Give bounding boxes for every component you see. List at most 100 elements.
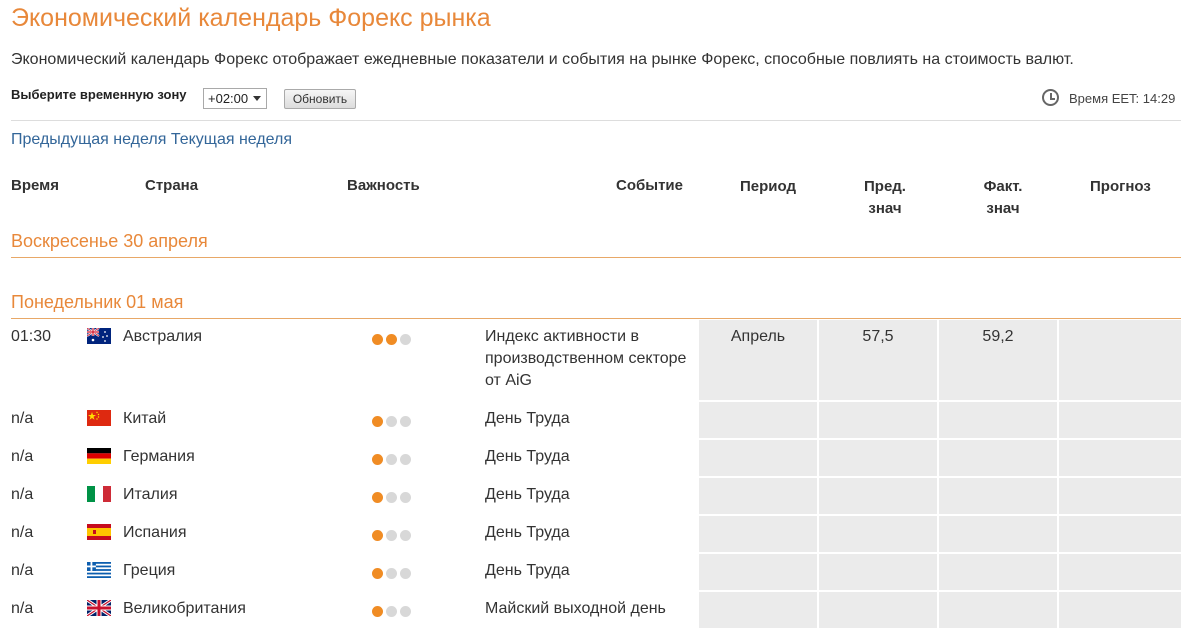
event-country: Великобритания	[123, 600, 246, 617]
day-header: Воскресенье 30 апреля	[11, 231, 1181, 258]
table-row[interactable]: 01:30 Австралия Индекс активности в произво…	[0, 320, 1195, 400]
data-cell-background	[699, 516, 817, 552]
event-name-line: Индекс активности в	[485, 328, 639, 345]
flag-australia-icon	[87, 328, 111, 344]
event-country: Китай	[123, 410, 167, 427]
page-title: Экономический календарь Форекс рынка	[11, 4, 491, 32]
event-name-line: День Труда	[485, 562, 570, 579]
event-previous-value: 57,5	[862, 328, 894, 345]
table-row[interactable]: n/a Греция День Труда	[0, 554, 1195, 590]
importance-indicator	[372, 452, 414, 470]
event-name[interactable]: День Труда	[485, 560, 570, 582]
event-name-line: День Труда	[485, 410, 570, 427]
event-name[interactable]: Майский выходной день	[485, 598, 666, 620]
importance-dot-inactive	[386, 568, 397, 579]
importance-dot-active	[372, 606, 383, 617]
data-cell-background	[1059, 402, 1181, 438]
importance-indicator	[372, 414, 414, 432]
flag-italy-icon	[87, 486, 111, 502]
clock-icon	[1042, 89, 1059, 106]
column-header-previous-line2: знач	[868, 200, 902, 217]
importance-dot-active	[372, 334, 383, 345]
table-row[interactable]: n/a Германия День Труда	[0, 440, 1195, 476]
data-cell-background	[1059, 440, 1181, 476]
event-name[interactable]: Индекс активности в производственном сект…	[485, 326, 686, 392]
importance-dot-active	[372, 568, 383, 579]
event-name[interactable]: День Труда	[485, 522, 570, 544]
timezone-label: Выберите временную зону	[11, 87, 187, 102]
flag-uk-icon	[87, 600, 111, 616]
event-actual-value: 59,2	[982, 328, 1014, 345]
importance-dot-active	[386, 334, 397, 345]
data-cell-background	[939, 440, 1057, 476]
data-cell-background	[699, 440, 817, 476]
importance-dot-inactive	[386, 416, 397, 427]
importance-dot-active	[372, 454, 383, 465]
importance-dot-inactive	[400, 334, 411, 345]
event-time: n/a	[11, 448, 34, 465]
importance-dot-inactive	[400, 568, 411, 579]
data-cell-background	[1059, 592, 1181, 628]
importance-indicator	[372, 566, 414, 584]
event-name-line: производственном секторе	[485, 350, 687, 367]
importance-dot-active	[372, 492, 383, 503]
event-time: n/a	[11, 524, 34, 541]
table-row[interactable]: n/a Италия День Труда	[0, 478, 1195, 514]
event-country: Испания	[123, 524, 187, 541]
column-header-country: Страна	[145, 177, 199, 194]
data-cell-background	[939, 402, 1057, 438]
server-time: Время EET: 14:29	[1069, 91, 1176, 106]
importance-dot-inactive	[386, 492, 397, 503]
refresh-button[interactable]: Обновить	[284, 89, 356, 109]
table-row[interactable]: n/a Великобритания Майский выходной день	[0, 592, 1195, 628]
column-header-actual: Факт. знач	[963, 176, 1043, 220]
event-name-line: от AiG	[485, 372, 532, 389]
data-cell-background	[939, 516, 1057, 552]
event-country: Италия	[123, 486, 178, 503]
table-row[interactable]: n/a Китай День Труда	[0, 402, 1195, 438]
event-name[interactable]: День Труда	[485, 484, 570, 506]
data-cell-background	[1059, 320, 1181, 400]
flag-spain-icon	[87, 524, 111, 540]
importance-indicator	[372, 604, 414, 622]
event-name-line: День Труда	[485, 448, 570, 465]
column-header-event: Событие	[616, 177, 683, 194]
data-cell-background	[819, 478, 937, 514]
column-header-importance: Важность	[347, 177, 420, 194]
event-name[interactable]: День Труда	[485, 408, 570, 430]
event-time: 01:30	[11, 328, 52, 345]
column-header-period: Период	[740, 178, 796, 195]
data-cell-background	[1059, 478, 1181, 514]
event-time: n/a	[11, 562, 34, 579]
flag-greece-icon	[87, 562, 111, 578]
event-time: n/a	[11, 486, 34, 503]
importance-dot-inactive	[400, 492, 411, 503]
event-time: n/a	[11, 600, 34, 617]
event-name[interactable]: День Труда	[485, 446, 570, 468]
page-description: Экономический календарь Форекс отображае…	[11, 51, 1074, 68]
event-name-line: День Труда	[485, 524, 570, 541]
data-cell-background	[819, 402, 937, 438]
divider	[11, 120, 1181, 121]
importance-dot-inactive	[386, 454, 397, 465]
importance-dot-inactive	[400, 416, 411, 427]
event-country: Германия	[123, 448, 195, 465]
table-row[interactable]: n/a Испания День Труда	[0, 516, 1195, 552]
importance-dot-inactive	[400, 606, 411, 617]
data-cell-background	[1059, 554, 1181, 590]
column-header-previous: Пред. знач	[845, 176, 925, 220]
data-cell-background	[819, 592, 937, 628]
event-period: Апрель	[730, 328, 786, 345]
timezone-value: +02:00	[208, 91, 249, 106]
week-nav: Предыдущая неделя Текущая неделя	[11, 131, 292, 149]
data-cell-background	[1059, 516, 1181, 552]
data-cell-background	[699, 478, 817, 514]
importance-dot-active	[372, 530, 383, 541]
column-header-forecast: Прогноз	[1090, 178, 1151, 195]
previous-week-link[interactable]: Предыдущая неделя	[11, 131, 166, 148]
current-week-link[interactable]: Текущая неделя	[171, 131, 292, 148]
importance-dot-inactive	[386, 606, 397, 617]
day-header: Понедельник 01 мая	[11, 292, 1181, 319]
importance-dot-inactive	[386, 530, 397, 541]
timezone-select[interactable]: +02:00	[203, 88, 267, 109]
